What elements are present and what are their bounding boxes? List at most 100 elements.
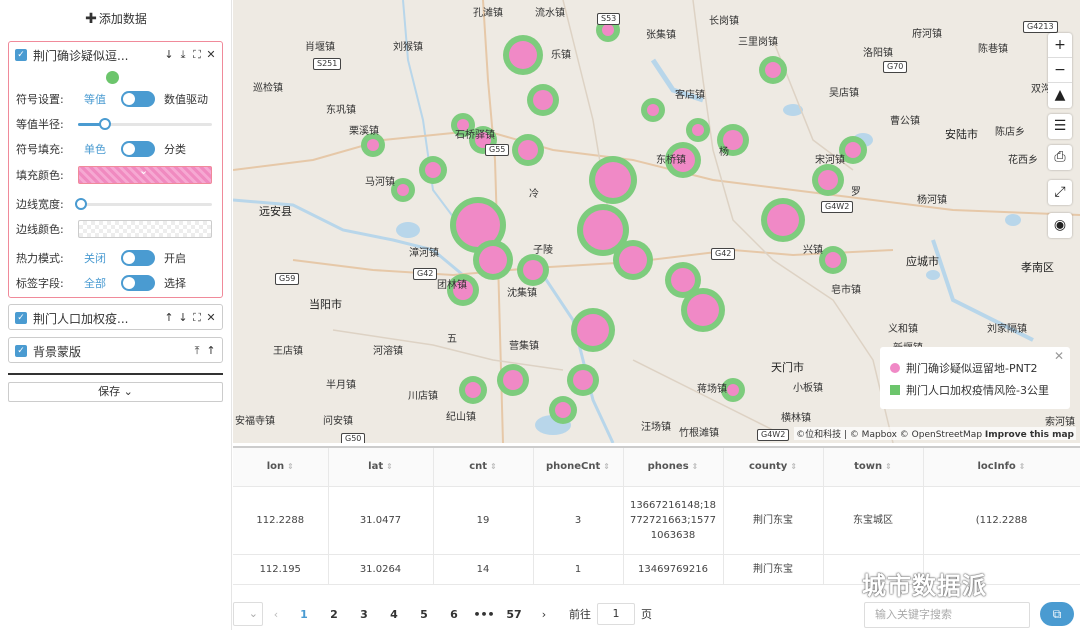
heat-option-on[interactable]: 开启 [164, 250, 186, 266]
case-point-cluster[interactable] [845, 142, 861, 158]
case-point-cluster[interactable] [479, 246, 507, 274]
page-1[interactable]: 1 [289, 608, 319, 621]
case-point-cluster[interactable] [765, 62, 781, 78]
sort-icon[interactable]: ⇕ [287, 462, 294, 471]
sort-icon[interactable]: ⇕ [692, 462, 699, 471]
search-button[interactable]: ⧉ [1040, 602, 1074, 626]
case-point-cluster[interactable] [595, 162, 631, 198]
column-header-phones[interactable]: phones ⇕ [623, 448, 724, 487]
tag-option-select[interactable]: 选择 [164, 275, 186, 291]
case-point-cluster[interactable] [671, 268, 695, 292]
case-point-cluster[interactable] [503, 370, 523, 390]
case-point-cluster[interactable] [397, 184, 409, 196]
add-data-button[interactable]: ✚ 添加数据 [0, 10, 232, 27]
layer-card-population[interactable]: ✓ 荆门人口加权疫... ↑ ↓ ⛶ ✕ [8, 304, 223, 330]
goto-page-input[interactable]: 1 [597, 603, 635, 625]
fill-toggle[interactable] [121, 141, 155, 157]
legend-close-icon[interactable]: ✕ [1054, 349, 1064, 363]
case-point-cluster[interactable] [825, 252, 841, 268]
symbol-option-value[interactable]: 数值驱动 [164, 91, 208, 107]
layer-card-mask[interactable]: ✓ 背景蒙版 ⤒ ↑ [8, 337, 223, 363]
move-down-icon[interactable]: ↓ [164, 48, 174, 62]
case-point-cluster[interactable] [465, 382, 481, 398]
case-point-cluster[interactable] [577, 314, 609, 346]
case-point-cluster[interactable] [619, 246, 647, 274]
save-button[interactable]: 保存 ⌄ [8, 382, 223, 402]
move-bottom-icon[interactable]: ⤓ [178, 48, 188, 62]
fill-color-picker[interactable] [78, 164, 212, 184]
case-point-cluster[interactable] [583, 210, 623, 250]
case-point-cluster[interactable] [509, 41, 537, 69]
move-top-icon[interactable]: ⤒ [192, 344, 202, 358]
column-header-locInfo[interactable]: locInfo ⇕ [923, 448, 1080, 487]
table-row[interactable]: 112.2288 31.0477 19 3 13667216148;1877272166… [233, 486, 1080, 555]
page-5[interactable]: 5 [409, 608, 439, 621]
fill-option-category[interactable]: 分类 [164, 141, 186, 157]
page-4[interactable]: 4 [379, 608, 409, 621]
radius-slider[interactable] [78, 117, 212, 131]
tag-toggle[interactable] [121, 275, 155, 291]
print-button[interactable]: ⎙ [1048, 145, 1072, 170]
next-page-icon[interactable]: › [529, 608, 559, 621]
fullscreen-button[interactable]: ⤢ [1048, 180, 1072, 205]
border-color-picker[interactable] [78, 220, 212, 238]
search-input[interactable]: 输入关键字搜索 [864, 602, 1030, 628]
prev-page-icon[interactable]: ‹ [263, 608, 289, 621]
sort-icon[interactable]: ⇕ [885, 462, 892, 471]
zoom-in-button[interactable]: + [1048, 33, 1072, 58]
improve-map-link[interactable]: Improve this map [985, 430, 1074, 440]
border-width-slider[interactable] [74, 197, 212, 211]
fill-option-single[interactable]: 单色 [78, 141, 112, 157]
symbol-toggle[interactable] [121, 91, 155, 107]
case-point-cluster[interactable] [818, 170, 838, 190]
sort-icon[interactable]: ⇕ [1019, 462, 1026, 471]
sort-icon[interactable]: ⇕ [790, 462, 797, 471]
heat-option-off[interactable]: 关闭 [78, 250, 112, 266]
page-57[interactable]: 57 [499, 608, 529, 621]
layer-card-confirmed[interactable]: ✓ 荆门确诊疑似逗... ↓ ⤓ ⛶ ✕ 符号设置: 等值 数值驱动 等值半径: 符… [8, 41, 223, 298]
column-header-lat[interactable]: lat ⇕ [328, 448, 434, 487]
fullscreen-icon[interactable]: ⛶ [192, 48, 202, 62]
page-3[interactable]: 3 [349, 608, 379, 621]
column-header-phoneCnt[interactable]: phoneCnt ⇕ [533, 448, 624, 487]
case-point-cluster[interactable] [647, 104, 659, 116]
sort-icon[interactable]: ⇕ [603, 462, 610, 471]
move-up-icon[interactable]: ↑ [164, 311, 174, 325]
close-icon[interactable]: ✕ [206, 48, 216, 62]
page-2[interactable]: 2 [319, 608, 349, 621]
layer-visible-checkbox[interactable]: ✓ [15, 312, 27, 324]
symbol-option-equal[interactable]: 等值 [78, 91, 112, 107]
case-point-cluster[interactable] [573, 370, 593, 390]
close-icon[interactable]: ✕ [206, 311, 216, 325]
tag-option-all[interactable]: 全部 [78, 275, 112, 291]
map-canvas[interactable]: 孔滩镇 流水镇 张集镇 长岗镇 三里岗镇 府河镇 陈巷镇 肖堰镇 刘猴镇 乐镇 … [233, 0, 1080, 443]
zoom-out-button[interactable]: − [1048, 58, 1072, 83]
case-point-cluster[interactable] [687, 294, 719, 326]
page-size-select[interactable]: ⌄ [233, 602, 263, 626]
page-more[interactable]: ••• [469, 608, 499, 621]
case-point-cluster[interactable] [602, 24, 614, 36]
case-point-cluster[interactable] [692, 124, 704, 136]
layers-button[interactable]: ☰ [1048, 114, 1072, 139]
fullscreen-icon[interactable]: ⛶ [192, 311, 202, 325]
sort-icon[interactable]: ⇕ [490, 462, 497, 471]
page-6[interactable]: 6 [439, 608, 469, 621]
move-down-icon[interactable]: ↓ [178, 311, 188, 325]
compass-button[interactable]: ▲ [1048, 83, 1072, 108]
sort-icon[interactable]: ⇕ [386, 462, 393, 471]
heat-toggle[interactable] [121, 250, 155, 266]
case-point-cluster[interactable] [767, 204, 799, 236]
column-header-town[interactable]: town ⇕ [823, 448, 924, 487]
case-point-cluster[interactable] [555, 402, 571, 418]
column-header-cnt[interactable]: cnt ⇕ [433, 448, 534, 487]
case-point-cluster[interactable] [425, 162, 441, 178]
column-header-lon[interactable]: lon ⇕ [233, 448, 329, 487]
layer-visible-checkbox[interactable]: ✓ [15, 345, 27, 357]
case-point-cluster[interactable] [367, 139, 379, 151]
attribution-link[interactable]: ©位和科技 | © Mapbox © OpenStreetMap [796, 430, 982, 440]
case-point-cluster[interactable] [727, 384, 739, 396]
visibility-button[interactable]: ◉ [1048, 213, 1072, 238]
layer-visible-checkbox[interactable]: ✓ [15, 49, 27, 61]
move-up-icon[interactable]: ↑ [206, 344, 216, 358]
case-point-cluster[interactable] [518, 140, 538, 160]
